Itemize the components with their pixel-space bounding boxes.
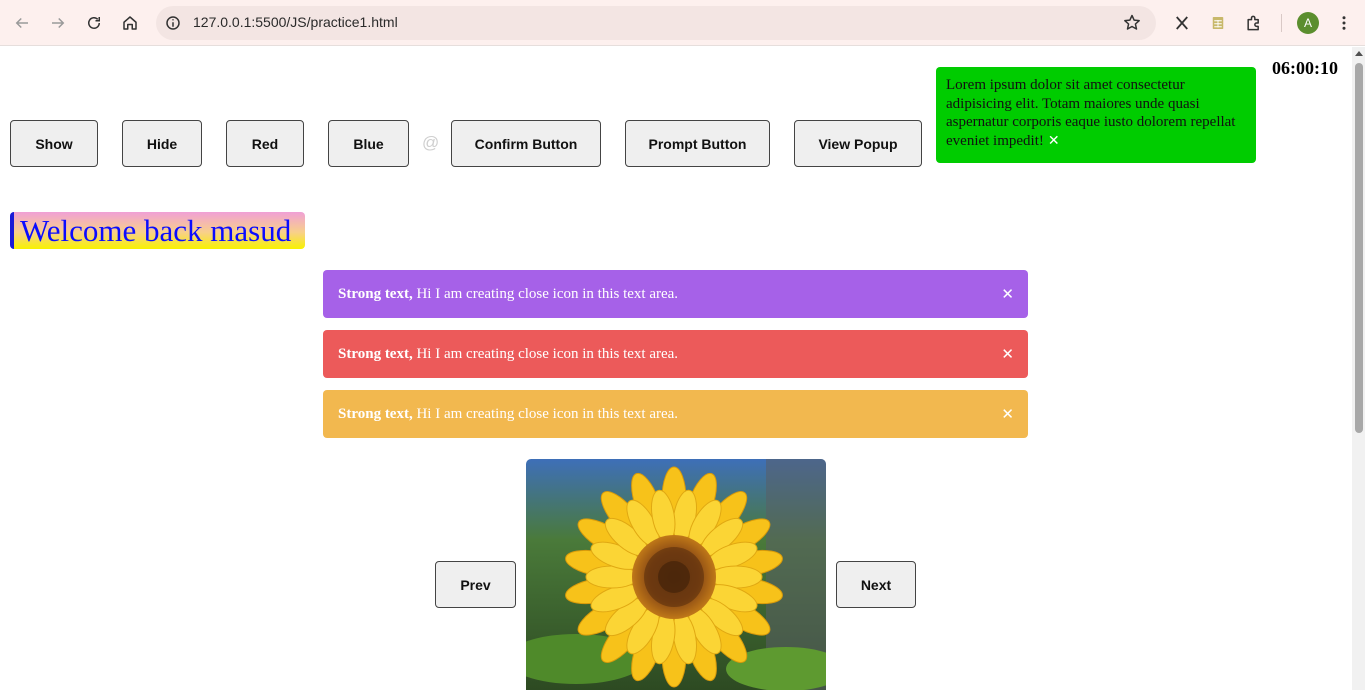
alert-close-icon[interactable]: ✕ bbox=[1001, 270, 1014, 318]
back-icon[interactable] bbox=[10, 11, 34, 35]
show-button[interactable]: Show bbox=[10, 120, 98, 167]
bookmark-star-icon[interactable] bbox=[1122, 13, 1142, 33]
scroll-up-arrow-icon[interactable] bbox=[1355, 51, 1363, 56]
alert-strong: Strong text, bbox=[338, 346, 413, 362]
alert-red: Strong text, Hi I am creating close icon… bbox=[323, 330, 1028, 378]
alert-strong: Strong text, bbox=[338, 406, 413, 422]
popup-box: Lorem ipsum dolor sit amet consectetur a… bbox=[936, 67, 1256, 163]
blue-button[interactable]: Blue bbox=[328, 120, 409, 167]
at-symbol: @ bbox=[422, 133, 440, 152]
clock: 06:00:10 bbox=[1272, 58, 1338, 78]
sunflower-image bbox=[526, 459, 826, 690]
page-content: Show Hide Red Blue @ Confirm Button Prom… bbox=[0, 47, 1352, 690]
popup-text: Lorem ipsum dolor sit amet consectetur a… bbox=[946, 77, 1236, 149]
alert-text: Hi I am creating close icon in this text… bbox=[412, 406, 679, 422]
address-bar[interactable]: 127.0.0.1:5500/JS/practice1.html bbox=[156, 6, 1156, 40]
x-extension-icon[interactable] bbox=[1171, 12, 1193, 34]
reload-icon[interactable] bbox=[82, 11, 106, 35]
next-button[interactable]: Next bbox=[836, 561, 916, 608]
view-popup-button[interactable]: View Popup bbox=[794, 120, 922, 167]
profile-avatar[interactable]: A bbox=[1297, 12, 1319, 34]
alert-strong: Strong text, bbox=[338, 286, 413, 302]
sheets-extension-icon[interactable] bbox=[1207, 12, 1229, 34]
alert-orange: Strong text, Hi I am creating close icon… bbox=[323, 390, 1028, 438]
home-icon[interactable] bbox=[118, 11, 142, 35]
prev-button[interactable]: Prev bbox=[435, 561, 516, 608]
menu-kebab-icon[interactable] bbox=[1333, 12, 1355, 34]
alert-text: Hi I am creating close icon in this text… bbox=[412, 346, 679, 362]
vertical-scrollbar[interactable] bbox=[1352, 47, 1365, 690]
prompt-button[interactable]: Prompt Button bbox=[625, 120, 770, 167]
alert-close-icon[interactable]: ✕ bbox=[1001, 330, 1014, 378]
alert-purple: Strong text, Hi I am creating close icon… bbox=[323, 270, 1028, 318]
popup-close-icon[interactable]: ✕ bbox=[1048, 133, 1060, 149]
alert-text: Hi I am creating close icon in this text… bbox=[412, 286, 679, 302]
url-text[interactable]: 127.0.0.1:5500/JS/practice1.html bbox=[193, 14, 398, 30]
welcome-banner: Welcome back masud bbox=[10, 212, 305, 249]
site-info-icon[interactable] bbox=[164, 14, 182, 32]
scrollbar-thumb[interactable] bbox=[1355, 63, 1363, 433]
browser-toolbar: 127.0.0.1:5500/JS/practice1.html A bbox=[0, 0, 1365, 46]
confirm-button[interactable]: Confirm Button bbox=[451, 120, 601, 167]
extensions-puzzle-icon[interactable] bbox=[1243, 12, 1265, 34]
red-button[interactable]: Red bbox=[226, 120, 304, 167]
alert-close-icon[interactable]: ✕ bbox=[1001, 390, 1014, 438]
hide-button[interactable]: Hide bbox=[122, 120, 202, 167]
forward-icon[interactable] bbox=[46, 11, 70, 35]
toolbar-divider bbox=[1281, 14, 1282, 32]
